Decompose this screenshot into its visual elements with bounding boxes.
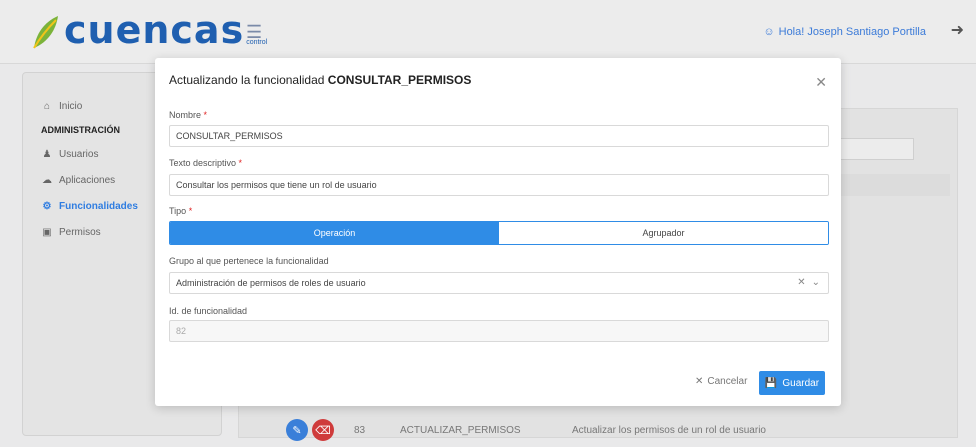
nombre-label: Nombre *: [169, 110, 207, 120]
modal-title: Actualizando la funcionalidad CONSULTAR_…: [169, 73, 471, 87]
close-icon: ✕: [695, 376, 704, 387]
settings-icon: ⚙: [42, 200, 52, 212]
close-icon[interactable]: ✕: [815, 74, 827, 91]
leaf-icon: [33, 16, 58, 49]
sidebar-item-label: Usuarios: [59, 148, 99, 160]
texto-descriptivo-input[interactable]: Consultar los permisos que tiene un rol …: [169, 174, 829, 196]
nombre-label-text: Nombre: [169, 110, 202, 120]
cancel-label: Cancelar: [707, 376, 748, 387]
cancel-button[interactable]: ✕ Cancelar: [695, 376, 747, 387]
tipo-label: Tipo *: [169, 206, 192, 216]
chevron-down-icon[interactable]: ⌄: [812, 277, 820, 288]
row-id: 83: [354, 425, 366, 436]
logout-icon[interactable]: ➜: [951, 20, 964, 40]
edit-functionality-modal: Actualizando la funcionalidad CONSULTAR_…: [155, 58, 841, 406]
lock-icon: ▣: [42, 226, 52, 238]
required-mark: *: [188, 206, 193, 216]
grupo-select[interactable]: Administración de permisos de roles de u…: [169, 272, 829, 294]
logo-text: cuencas: [64, 8, 245, 52]
id-value: 82: [176, 326, 187, 336]
clear-icon[interactable]: ✕: [797, 277, 805, 288]
texto-value: Consultar los permisos que tiene un rol …: [176, 180, 377, 190]
select-controls: ✕ ⌄: [797, 277, 820, 288]
top-bar: cuencas control ☰ ☺ Hola! Joseph Santiag…: [0, 0, 976, 64]
modal-title-name: CONSULTAR_PERMISOS: [327, 73, 472, 87]
row-description: Actualizar los permisos de un rol de usu…: [572, 425, 766, 436]
tipo-option-agrupador[interactable]: Agrupador: [499, 222, 828, 244]
tipo-option-operacion[interactable]: Operación: [170, 222, 499, 244]
hamburger-icon[interactable]: ☰: [246, 22, 262, 43]
required-mark: *: [238, 158, 243, 168]
save-label: Guardar: [782, 377, 820, 389]
nombre-input[interactable]: CONSULTAR_PERMISOS: [169, 125, 829, 147]
user-greeting: Hola! Joseph Santiago Portilla: [778, 26, 926, 38]
user-icon: ☺: [763, 26, 775, 38]
id-funcionalidad-input: 82: [169, 320, 829, 342]
grupo-label: Grupo al que pertenece la funcionalidad: [169, 256, 329, 266]
row-name: ACTUALIZAR_PERMISOS: [400, 425, 521, 436]
cuencas-logo[interactable]: cuencas control: [30, 8, 267, 52]
texto-label-text: Texto descriptivo: [169, 158, 237, 168]
sidebar-item-label: Funcionalidades: [59, 200, 138, 212]
sidebar-item-label: Inicio: [59, 100, 83, 112]
edit-icon[interactable]: ✎: [286, 419, 308, 441]
save-button[interactable]: 💾 Guardar: [759, 371, 825, 395]
modal-title-prefix: Actualizando la funcionalidad: [169, 73, 325, 87]
required-mark: *: [203, 110, 208, 120]
grupo-value: Administración de permisos de roles de u…: [176, 278, 366, 288]
home-icon: ⌂: [43, 100, 51, 112]
id-label: Id. de funcionalidad: [169, 306, 248, 316]
texto-label: Texto descriptivo *: [169, 158, 242, 168]
save-icon: 💾: [764, 377, 778, 389]
sidebar-item-label: Permisos: [59, 226, 101, 238]
user-menu[interactable]: ☺ Hola! Joseph Santiago Portilla: [763, 26, 926, 38]
tipo-selector: Operación Agrupador: [169, 221, 829, 245]
cloud-icon: ☁: [42, 174, 52, 186]
tipo-label-text: Tipo: [169, 206, 187, 216]
delete-icon[interactable]: ⌫: [312, 419, 334, 441]
users-icon: ♟: [42, 148, 52, 160]
sidebar-item-label: Aplicaciones: [59, 174, 116, 186]
nombre-value: CONSULTAR_PERMISOS: [176, 131, 283, 141]
